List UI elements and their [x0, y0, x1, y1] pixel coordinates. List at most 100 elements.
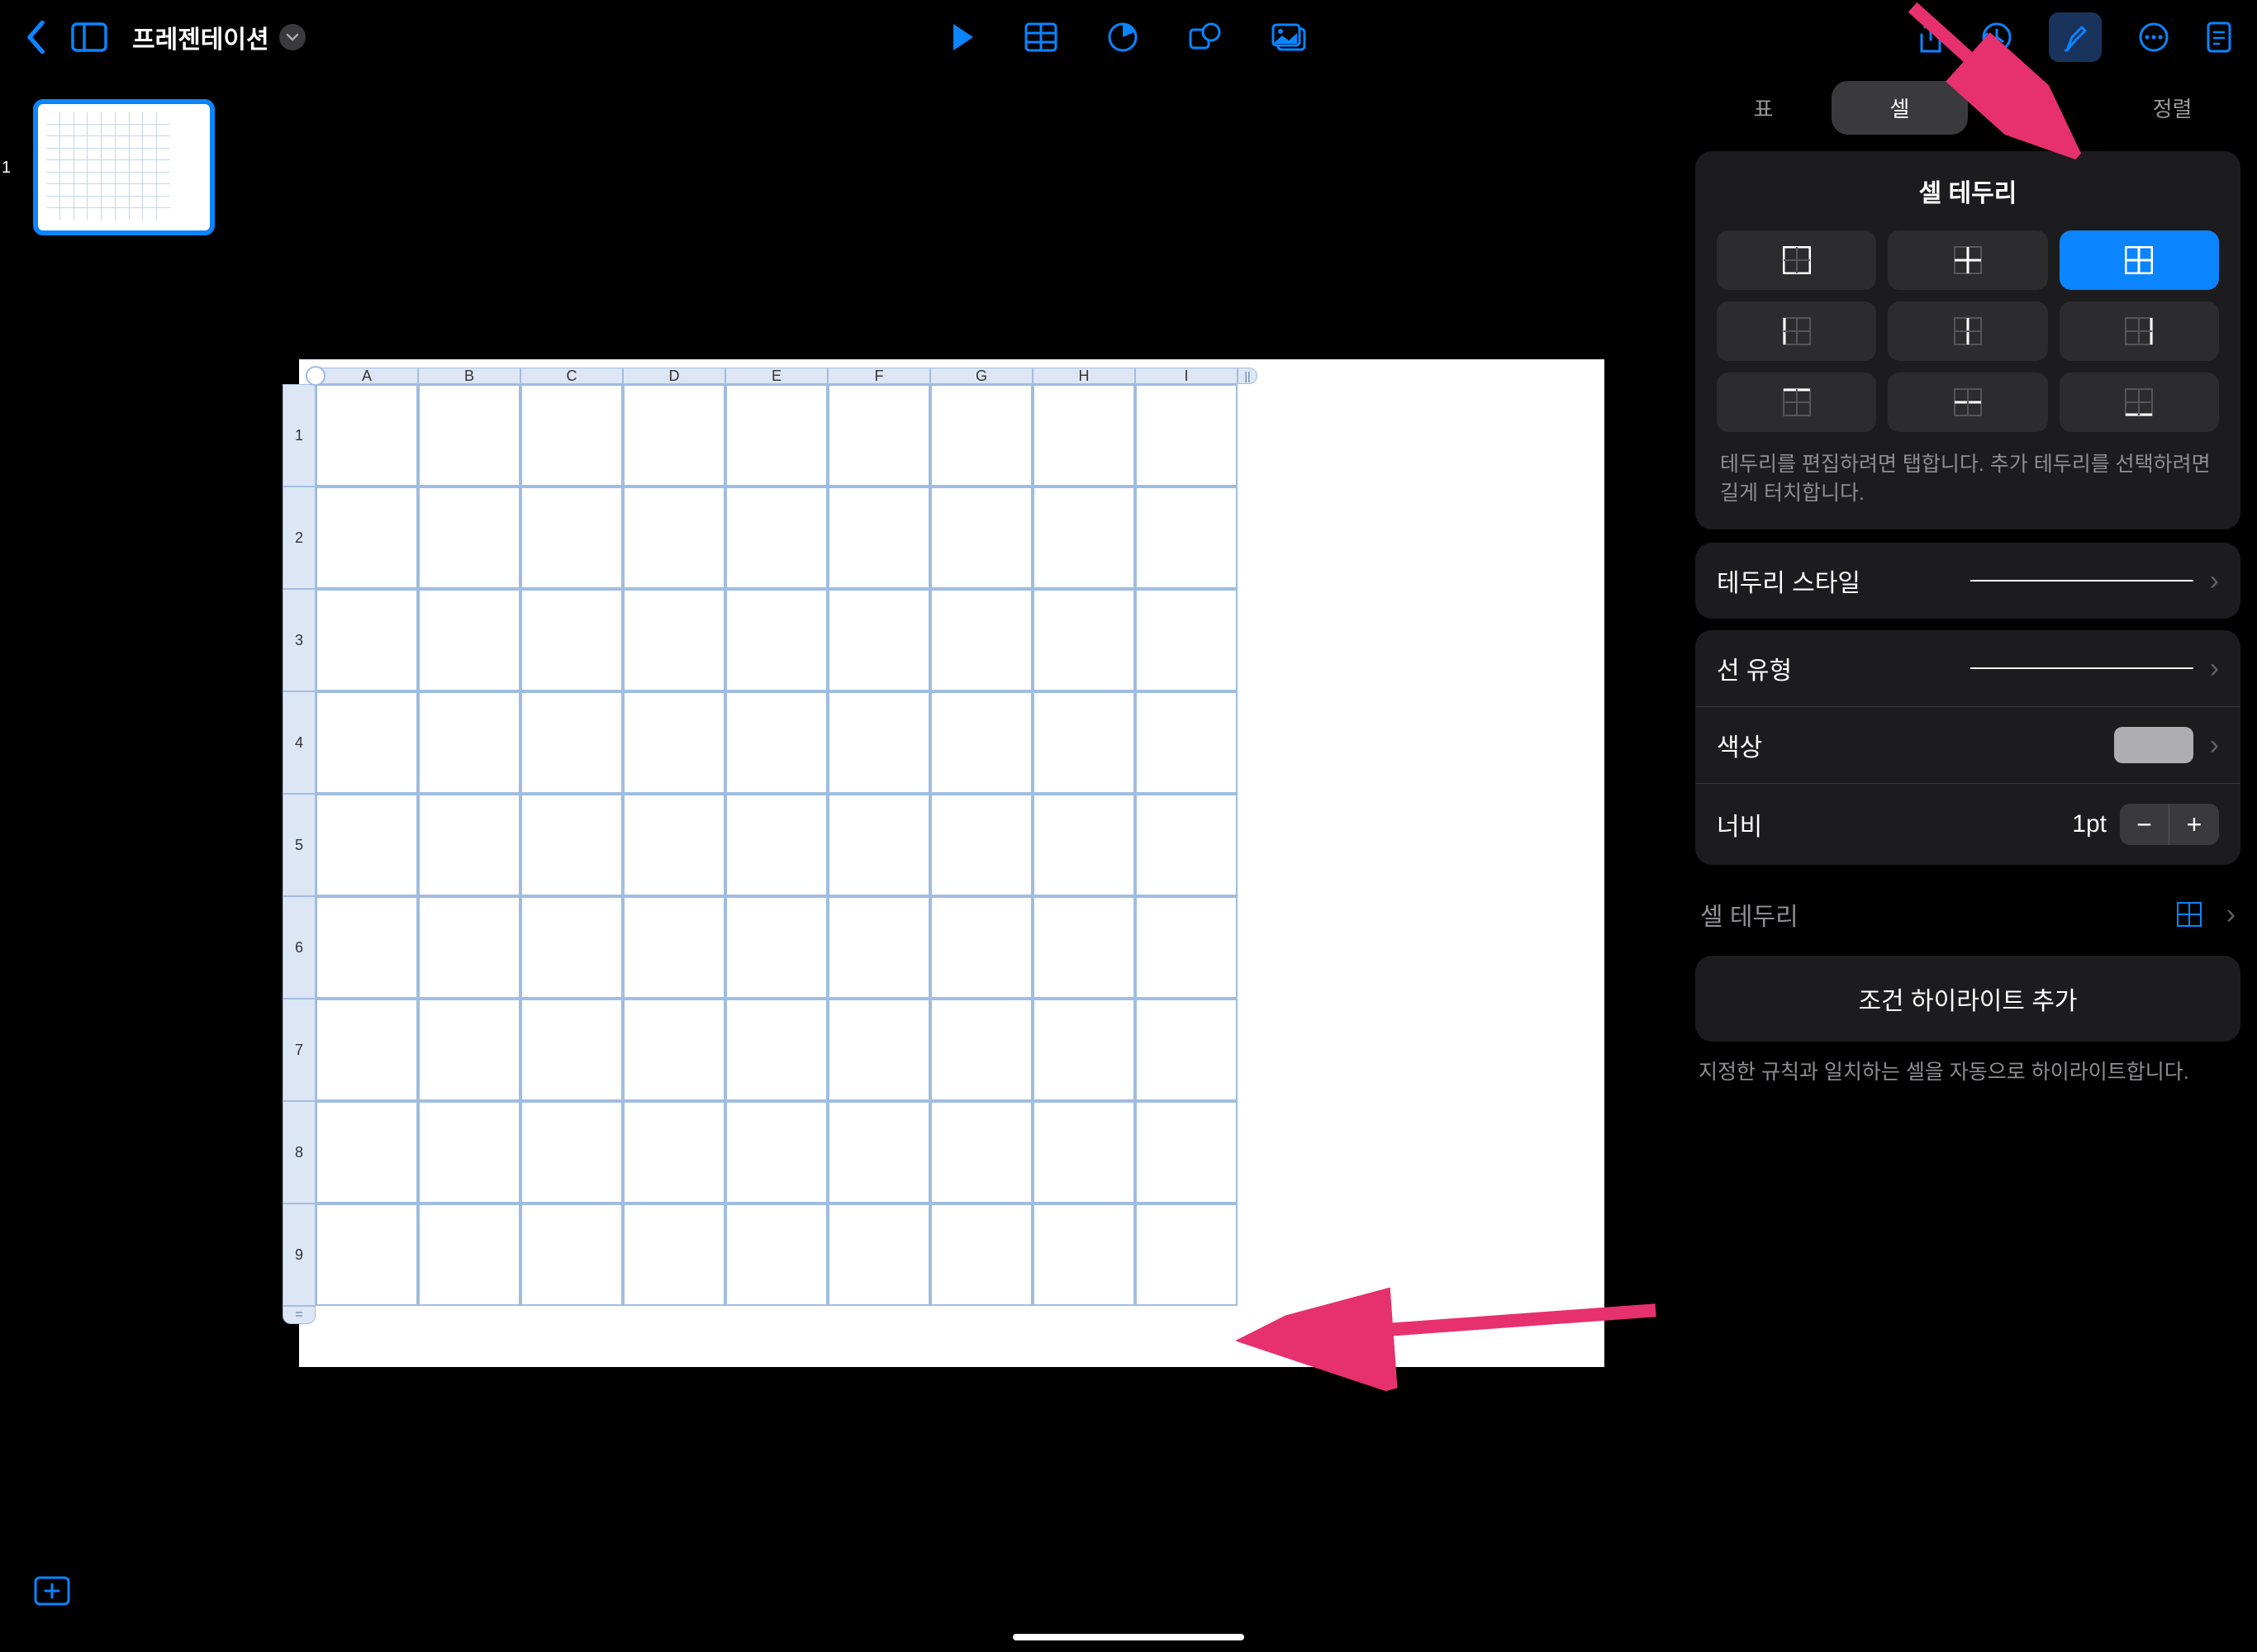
border-all-option[interactable]: [2060, 230, 2219, 290]
table-cell[interactable]: [418, 1203, 520, 1306]
line-type-row[interactable]: 선 유형 ›: [1695, 630, 2240, 707]
table-cell[interactable]: [316, 384, 418, 487]
table-cell[interactable]: [520, 794, 623, 896]
border-vertical-option[interactable]: [1888, 301, 2047, 361]
share-button[interactable]: [1917, 20, 1945, 55]
document-title[interactable]: 프레젠테이션: [132, 19, 306, 55]
row-header[interactable]: 1: [283, 384, 316, 487]
table-cell[interactable]: [418, 1101, 520, 1203]
table-insert-button[interactable]: [1024, 22, 1057, 52]
slide-canvas[interactable]: A B C D E F G H I || 1 2 3 4: [299, 359, 1604, 1367]
column-header[interactable]: C: [520, 368, 623, 384]
table-cell[interactable]: [1033, 487, 1135, 589]
table-cell[interactable]: [725, 691, 828, 794]
table-cell[interactable]: [316, 896, 418, 999]
column-header[interactable]: D: [623, 368, 725, 384]
border-style-row[interactable]: 테두리 스타일 ›: [1695, 543, 2240, 619]
shape-insert-button[interactable]: [1188, 21, 1221, 53]
row-add-handle[interactable]: =: [283, 1306, 316, 1324]
table-cell[interactable]: [1135, 589, 1238, 691]
table-cell[interactable]: [1033, 896, 1135, 999]
slide-thumbnail[interactable]: [33, 99, 215, 235]
column-header[interactable]: I: [1135, 368, 1238, 384]
column-header[interactable]: G: [930, 368, 1033, 384]
table-cell[interactable]: [725, 487, 828, 589]
table-cell[interactable]: [1135, 1101, 1238, 1203]
table-cell[interactable]: [930, 487, 1033, 589]
column-header[interactable]: H: [1033, 368, 1135, 384]
table-cell[interactable]: [1135, 896, 1238, 999]
table-cell[interactable]: [520, 487, 623, 589]
column-header[interactable]: A: [316, 368, 418, 384]
table-cell[interactable]: [930, 691, 1033, 794]
column-add-handle[interactable]: ||: [1238, 368, 1257, 384]
table-cell[interactable]: [930, 999, 1033, 1101]
table-cell[interactable]: [725, 896, 828, 999]
table-cell[interactable]: [418, 691, 520, 794]
history-button[interactable]: [1981, 21, 2012, 53]
media-insert-button[interactable]: [1271, 22, 1307, 52]
row-header[interactable]: 5: [283, 794, 316, 896]
row-header[interactable]: 9: [283, 1203, 316, 1306]
row-header[interactable]: 6: [283, 896, 316, 999]
tab-arrange[interactable]: 정렬: [2104, 81, 2240, 135]
table-cell[interactable]: [828, 896, 930, 999]
table-cell[interactable]: [623, 794, 725, 896]
table-cell[interactable]: [623, 384, 725, 487]
table-cell[interactable]: [1033, 794, 1135, 896]
table-cell[interactable]: [316, 999, 418, 1101]
row-header[interactable]: 2: [283, 487, 316, 589]
table-cell[interactable]: [725, 999, 828, 1101]
table-cell[interactable]: [1135, 794, 1238, 896]
table-cell[interactable]: [930, 1203, 1033, 1306]
table-cell[interactable]: [930, 384, 1033, 487]
table-cell[interactable]: [1135, 691, 1238, 794]
table-cell[interactable]: [828, 589, 930, 691]
table-cell[interactable]: [623, 589, 725, 691]
table-cell[interactable]: [520, 691, 623, 794]
sidebar-toggle-button[interactable]: [71, 22, 107, 52]
cell-border-nav[interactable]: 셀 테두리 ›: [1695, 876, 2240, 956]
table-cell[interactable]: [828, 691, 930, 794]
table-cell[interactable]: [725, 1203, 828, 1306]
table-cell[interactable]: [623, 896, 725, 999]
table-cell[interactable]: [520, 1203, 623, 1306]
row-header[interactable]: 4: [283, 691, 316, 794]
table-cell[interactable]: [623, 691, 725, 794]
tab-table[interactable]: 표: [1695, 81, 1832, 135]
border-right-option[interactable]: [2060, 301, 2219, 361]
table-cell[interactable]: [828, 794, 930, 896]
width-decrease-button[interactable]: −: [2120, 804, 2169, 845]
row-header[interactable]: 3: [283, 589, 316, 691]
border-bottom-option[interactable]: [2060, 373, 2219, 432]
width-increase-button[interactable]: +: [2169, 804, 2219, 845]
table-cell[interactable]: [623, 999, 725, 1101]
table-cell[interactable]: [316, 1203, 418, 1306]
table-cell[interactable]: [520, 589, 623, 691]
column-header[interactable]: B: [418, 368, 520, 384]
table-cell[interactable]: [418, 794, 520, 896]
table-cell[interactable]: [418, 896, 520, 999]
table-cell[interactable]: [316, 1101, 418, 1203]
row-header[interactable]: 8: [283, 1101, 316, 1203]
table-cell[interactable]: [1135, 999, 1238, 1101]
table-cell[interactable]: [828, 384, 930, 487]
table-cell[interactable]: [623, 487, 725, 589]
border-horizontal-option[interactable]: [1888, 373, 2047, 432]
table-corner-handle[interactable]: [306, 366, 325, 386]
table-cell[interactable]: [1033, 999, 1135, 1101]
table-cell[interactable]: [418, 384, 520, 487]
table-cell[interactable]: [1135, 384, 1238, 487]
table-cell[interactable]: [418, 589, 520, 691]
row-header[interactable]: 7: [283, 999, 316, 1101]
back-button[interactable]: [25, 21, 46, 54]
tab-format[interactable]: 포맷: [1968, 81, 2104, 135]
add-slide-button[interactable]: [33, 1575, 208, 1611]
table-cell[interactable]: [1033, 691, 1135, 794]
table-cell[interactable]: [828, 999, 930, 1101]
table-cell[interactable]: [418, 487, 520, 589]
format-brush-button[interactable]: [2049, 12, 2102, 62]
table-cell[interactable]: [725, 1101, 828, 1203]
table-cell[interactable]: [520, 1101, 623, 1203]
border-left-option[interactable]: [1717, 301, 1876, 361]
